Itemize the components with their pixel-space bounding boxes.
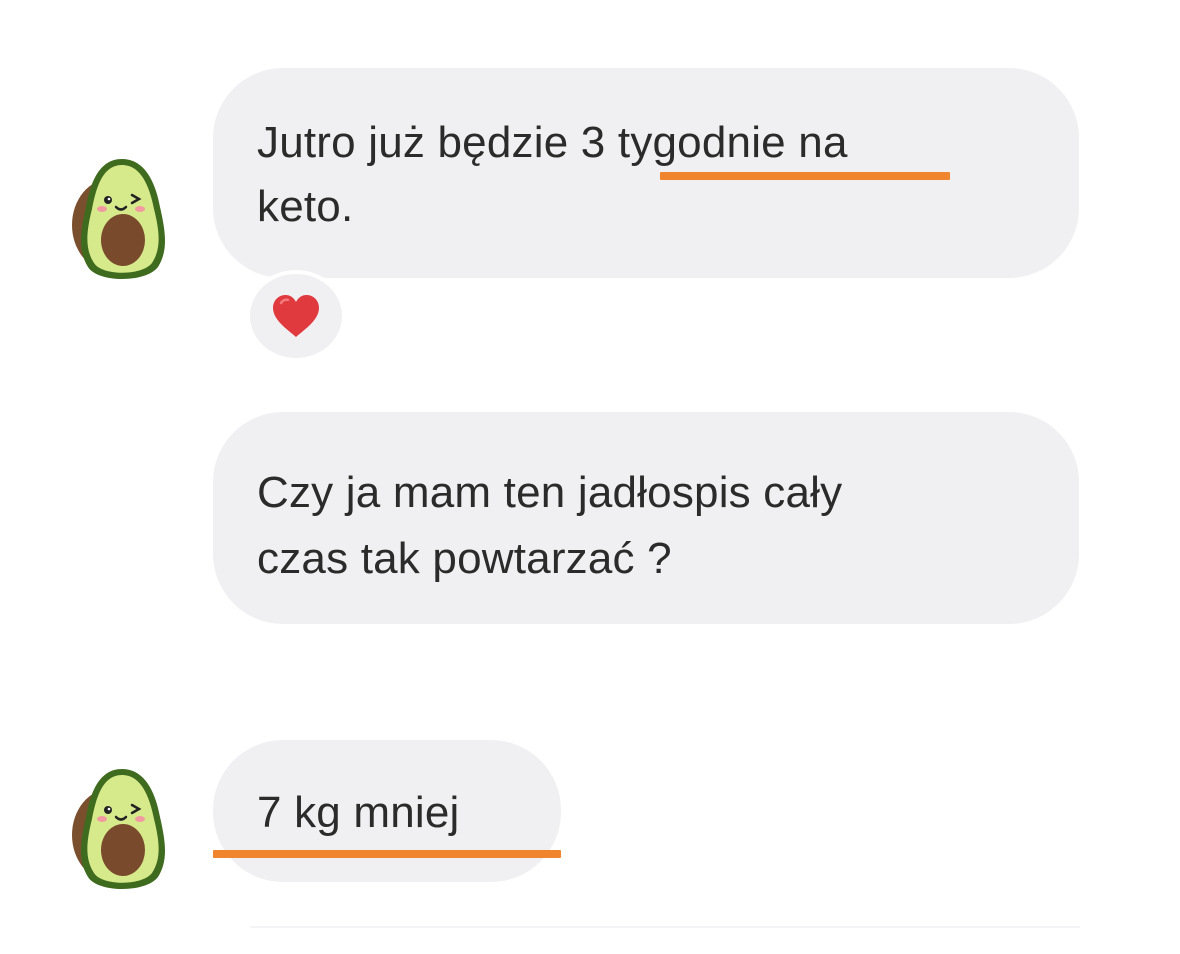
message-text-line: czas tak powtarzać ? — [257, 534, 672, 583]
message-text-line: 7 kg mniej — [257, 788, 460, 837]
reaction-badge[interactable] — [246, 270, 346, 362]
heart-icon — [273, 295, 319, 337]
highlight-underline — [213, 850, 561, 858]
message-text-line: Czy ja mam ten jadłospis cały — [257, 468, 843, 517]
message-bubble[interactable]: Czy ja mam ten jadłospis cały czas tak p… — [213, 412, 1079, 624]
avocado-avatar-icon[interactable] — [68, 765, 176, 895]
avocado-avatar-icon[interactable] — [68, 155, 176, 285]
message-bubble[interactable]: 7 kg mniej — [213, 740, 561, 882]
highlight-underline — [660, 172, 950, 180]
message-text-line: Jutro już będzie 3 tygodnie na — [257, 118, 848, 167]
chat-screenshot: Jutro już będzie 3 tygodnie na keto. Czy… — [0, 0, 1180, 954]
message-text-line: keto. — [257, 182, 354, 231]
divider — [250, 926, 1080, 928]
